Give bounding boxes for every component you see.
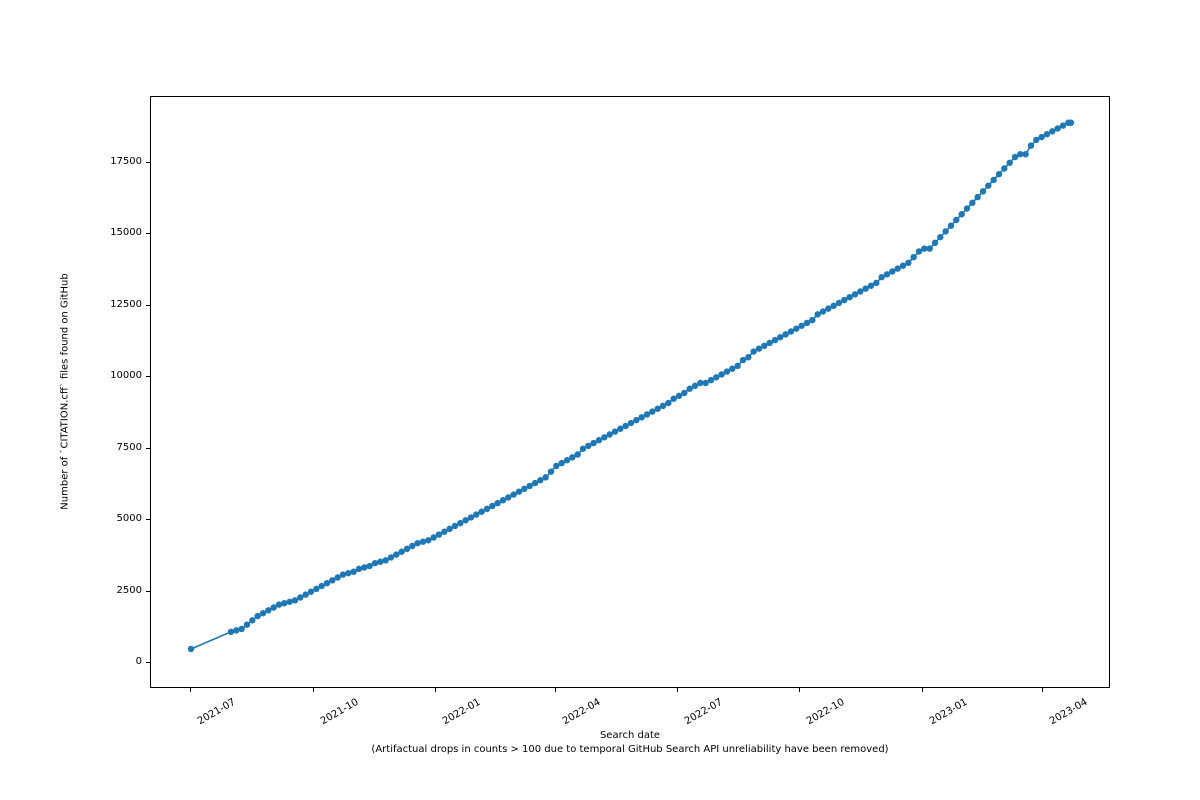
data-point [244, 621, 250, 627]
x-tick-label: 2022-10 [805, 697, 847, 727]
y-tick-label: 10000 [100, 370, 142, 381]
x-tick-mark [1042, 688, 1043, 692]
data-point [910, 254, 916, 260]
y-tick-label: 7500 [100, 442, 142, 453]
x-tick-label: 2022-07 [683, 697, 725, 727]
data-point [377, 559, 383, 565]
data-point [985, 182, 991, 188]
data-point [873, 280, 879, 286]
data-point [665, 400, 671, 406]
chart-figure: 0 2500 5000 7500 10000 12500 15000 17500 2021-0… [0, 0, 1200, 800]
data-point [249, 617, 255, 623]
data-point [1006, 160, 1012, 166]
data-point [238, 626, 244, 632]
data-point [926, 245, 932, 251]
data-point [937, 234, 943, 240]
data-point [734, 363, 740, 369]
plot-area [150, 96, 1110, 688]
data-line [191, 123, 1071, 649]
y-tick-mark [146, 233, 150, 234]
data-point [974, 194, 980, 200]
x-tick-mark [313, 688, 314, 692]
y-tick-mark [146, 376, 150, 377]
data-point [932, 240, 938, 246]
data-point [1068, 120, 1074, 126]
x-tick-label: 2023-04 [1048, 697, 1090, 727]
data-point [1028, 142, 1034, 148]
data-point [958, 211, 964, 217]
x-tick-label: 2023-01 [928, 697, 970, 727]
y-tick-label: 0 [100, 656, 142, 667]
data-point [969, 200, 975, 206]
data-point [980, 188, 986, 194]
x-axis-label: Search date [150, 730, 1110, 741]
y-tick-label: 2500 [100, 585, 142, 596]
y-tick-mark [146, 519, 150, 520]
data-point [574, 451, 580, 457]
y-tick-mark [146, 591, 150, 592]
y-axis-label: Number of `CITATION.cff` files found on … [60, 192, 71, 592]
data-point [1022, 151, 1028, 157]
data-series-layer [151, 97, 1111, 689]
x-tick-label: 2022-04 [561, 697, 603, 727]
data-point [1001, 165, 1007, 171]
data-point [996, 171, 1002, 177]
y-tick-label: 15000 [100, 227, 142, 238]
y-tick-mark [146, 162, 150, 163]
x-axis-sublabel: (Artifactual drops in counts > 100 due t… [150, 744, 1110, 755]
y-tick-mark [146, 448, 150, 449]
y-tick-label: 17500 [100, 156, 142, 167]
data-point [361, 564, 367, 570]
x-tick-label: 2022-01 [441, 697, 483, 727]
data-point [281, 600, 287, 606]
x-tick-mark [190, 688, 191, 692]
x-tick-mark [555, 688, 556, 692]
data-point [681, 390, 687, 396]
data-point [345, 570, 351, 576]
y-tick-label: 12500 [100, 299, 142, 310]
y-tick-mark [146, 305, 150, 306]
y-tick-mark [146, 662, 150, 663]
y-tick-label: 5000 [100, 513, 142, 524]
data-point [548, 468, 554, 474]
x-tick-mark [435, 688, 436, 692]
data-point [233, 627, 239, 633]
data-point [905, 260, 911, 266]
x-tick-mark [799, 688, 800, 692]
data-point [990, 177, 996, 183]
x-tick-label: 2021-10 [319, 697, 361, 727]
data-point [188, 646, 194, 652]
x-tick-label: 2021-07 [196, 697, 238, 727]
x-tick-mark [922, 688, 923, 692]
data-point [542, 474, 548, 480]
data-point [964, 205, 970, 211]
data-point [809, 317, 815, 323]
x-tick-mark [677, 688, 678, 692]
data-point [953, 217, 959, 223]
data-point [942, 228, 948, 234]
data-point [948, 223, 954, 229]
data-point [745, 354, 751, 360]
